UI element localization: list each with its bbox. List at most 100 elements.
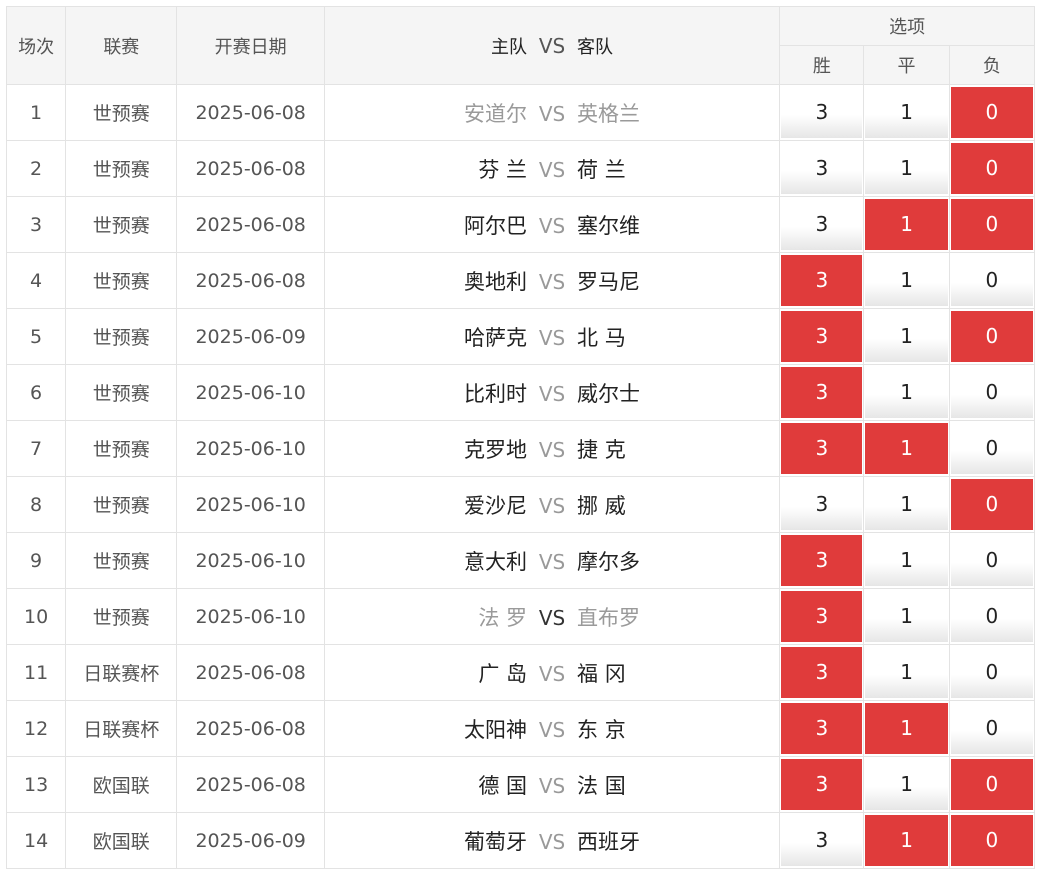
option-draw-button[interactable]: 1 bbox=[865, 367, 948, 418]
vs-label: VS bbox=[538, 605, 566, 630]
option-draw-button[interactable]: 1 bbox=[865, 143, 948, 194]
option-win-button[interactable]: 3 bbox=[781, 367, 863, 418]
vs-label: VS bbox=[538, 437, 566, 462]
option-win-button[interactable]: 3 bbox=[781, 647, 863, 698]
away-team: 法 国 bbox=[577, 773, 626, 798]
header-options: 选项 bbox=[779, 6, 1035, 46]
match-league: 世预赛 bbox=[65, 308, 178, 365]
table-row: 8 世预赛 2025-06-10 爱沙尼 VS 挪 威 3 1 0 bbox=[5, 476, 1036, 533]
option-draw-button[interactable]: 1 bbox=[865, 255, 948, 306]
option-loss-button[interactable]: 0 bbox=[950, 255, 1033, 306]
vs-label: VS bbox=[538, 661, 566, 686]
table-row: 5 世预赛 2025-06-09 哈萨克 VS 北 马 3 1 0 bbox=[5, 308, 1036, 365]
away-team: 北 马 bbox=[577, 325, 626, 350]
option-win-button[interactable]: 3 bbox=[781, 423, 863, 474]
table-row: 6 世预赛 2025-06-10 比利时 VS 威尔士 3 1 0 bbox=[5, 364, 1036, 421]
match-selection-panel: 场次 联赛 开赛日期 主队 VS 客队 选项 胜 平 负 1 世预赛 2025-06… bbox=[0, 0, 1037, 869]
option-loss-button[interactable]: 0 bbox=[950, 535, 1033, 586]
header-win: 胜 bbox=[779, 45, 865, 85]
option-loss-button[interactable]: 0 bbox=[950, 87, 1033, 138]
home-team: 芬 兰 bbox=[478, 157, 528, 182]
match-teams: 克罗地 VS 捷 克 bbox=[323, 420, 781, 477]
option-draw-button[interactable]: 1 bbox=[865, 199, 948, 250]
match-league: 世预赛 bbox=[65, 196, 178, 253]
match-index: 10 bbox=[5, 588, 67, 645]
option-win-button[interactable]: 3 bbox=[781, 255, 863, 306]
match-teams: 意大利 VS 摩尔多 bbox=[323, 532, 781, 589]
table-row: 1 世预赛 2025-06-08 安道尔 VS 英格兰 3 1 0 bbox=[5, 84, 1036, 141]
away-team: 塞尔维 bbox=[577, 213, 641, 238]
option-loss-button[interactable]: 0 bbox=[950, 423, 1033, 474]
away-team: 东 京 bbox=[577, 717, 626, 742]
match-index: 13 bbox=[5, 756, 67, 813]
option-win-button[interactable]: 3 bbox=[781, 535, 863, 586]
vs-label: VS bbox=[538, 325, 566, 350]
option-win-button[interactable]: 3 bbox=[781, 703, 863, 754]
table-row: 9 世预赛 2025-06-10 意大利 VS 摩尔多 3 1 0 bbox=[5, 532, 1036, 589]
vs-label: VS bbox=[538, 101, 566, 126]
match-league: 世预赛 bbox=[65, 252, 178, 309]
match-teams: 阿尔巴 VS 塞尔维 bbox=[323, 196, 781, 253]
option-loss-button[interactable]: 0 bbox=[950, 479, 1033, 530]
option-win-button[interactable]: 3 bbox=[781, 87, 863, 138]
match-index: 6 bbox=[5, 364, 67, 421]
option-win-button[interactable]: 3 bbox=[781, 143, 863, 194]
match-teams: 广 岛 VS 福 冈 bbox=[323, 644, 781, 701]
option-win-button[interactable]: 3 bbox=[781, 591, 863, 642]
match-league: 世预赛 bbox=[65, 364, 178, 421]
away-team: 摩尔多 bbox=[577, 549, 641, 574]
option-draw-button[interactable]: 1 bbox=[865, 759, 948, 810]
away-team: 福 冈 bbox=[577, 661, 626, 686]
option-win-button[interactable]: 3 bbox=[781, 311, 863, 362]
option-draw-button[interactable]: 1 bbox=[865, 479, 948, 530]
match-league: 世预赛 bbox=[65, 140, 178, 197]
option-draw-button[interactable]: 1 bbox=[865, 815, 948, 866]
option-loss-button[interactable]: 0 bbox=[950, 647, 1033, 698]
match-date: 2025-06-09 bbox=[176, 308, 325, 365]
match-date: 2025-06-08 bbox=[176, 84, 325, 141]
header-vs: VS bbox=[538, 33, 566, 58]
option-win-button[interactable]: 3 bbox=[781, 759, 863, 810]
match-teams: 法 罗 VS 直布罗 bbox=[323, 588, 781, 645]
match-league: 世预赛 bbox=[65, 532, 178, 589]
option-loss-button[interactable]: 0 bbox=[950, 199, 1033, 250]
match-date: 2025-06-08 bbox=[176, 196, 325, 253]
option-loss-button[interactable]: 0 bbox=[950, 815, 1033, 866]
header-match: 主队 VS 客队 bbox=[323, 6, 781, 85]
option-draw-button[interactable]: 1 bbox=[865, 87, 948, 138]
match-teams: 德 国 VS 法 国 bbox=[323, 756, 781, 813]
match-date: 2025-06-09 bbox=[176, 812, 325, 869]
match-league: 欧国联 bbox=[65, 812, 178, 869]
option-draw-button[interactable]: 1 bbox=[865, 423, 948, 474]
option-draw-button[interactable]: 1 bbox=[865, 591, 948, 642]
match-teams: 哈萨克 VS 北 马 bbox=[323, 308, 781, 365]
option-draw-button[interactable]: 1 bbox=[865, 535, 948, 586]
match-date: 2025-06-10 bbox=[176, 420, 325, 477]
option-loss-button[interactable]: 0 bbox=[950, 367, 1033, 418]
vs-label: VS bbox=[538, 493, 566, 518]
match-date: 2025-06-08 bbox=[176, 252, 325, 309]
table-row: 7 世预赛 2025-06-10 克罗地 VS 捷 克 3 1 0 bbox=[5, 420, 1036, 477]
match-date: 2025-06-10 bbox=[176, 364, 325, 421]
option-win-button[interactable]: 3 bbox=[781, 479, 863, 530]
option-win-button[interactable]: 3 bbox=[781, 815, 863, 866]
table-row: 3 世预赛 2025-06-08 阿尔巴 VS 塞尔维 3 1 0 bbox=[5, 196, 1036, 253]
option-loss-button[interactable]: 0 bbox=[950, 143, 1033, 194]
home-team: 葡萄牙 bbox=[464, 829, 528, 854]
match-index: 2 bbox=[5, 140, 67, 197]
option-draw-button[interactable]: 1 bbox=[865, 311, 948, 362]
option-draw-button[interactable]: 1 bbox=[865, 703, 948, 754]
home-team: 克罗地 bbox=[464, 437, 528, 462]
option-win-button[interactable]: 3 bbox=[781, 199, 863, 250]
header-date: 开赛日期 bbox=[176, 6, 325, 85]
home-team: 阿尔巴 bbox=[464, 213, 528, 238]
option-loss-button[interactable]: 0 bbox=[950, 311, 1033, 362]
match-index: 11 bbox=[5, 644, 67, 701]
option-loss-button[interactable]: 0 bbox=[950, 703, 1033, 754]
option-draw-button[interactable]: 1 bbox=[865, 647, 948, 698]
match-teams: 爱沙尼 VS 挪 威 bbox=[323, 476, 781, 533]
away-team: 荷 兰 bbox=[577, 157, 626, 182]
table-row: 10 世预赛 2025-06-10 法 罗 VS 直布罗 3 1 0 bbox=[5, 588, 1036, 645]
option-loss-button[interactable]: 0 bbox=[950, 591, 1033, 642]
option-loss-button[interactable]: 0 bbox=[950, 759, 1033, 810]
